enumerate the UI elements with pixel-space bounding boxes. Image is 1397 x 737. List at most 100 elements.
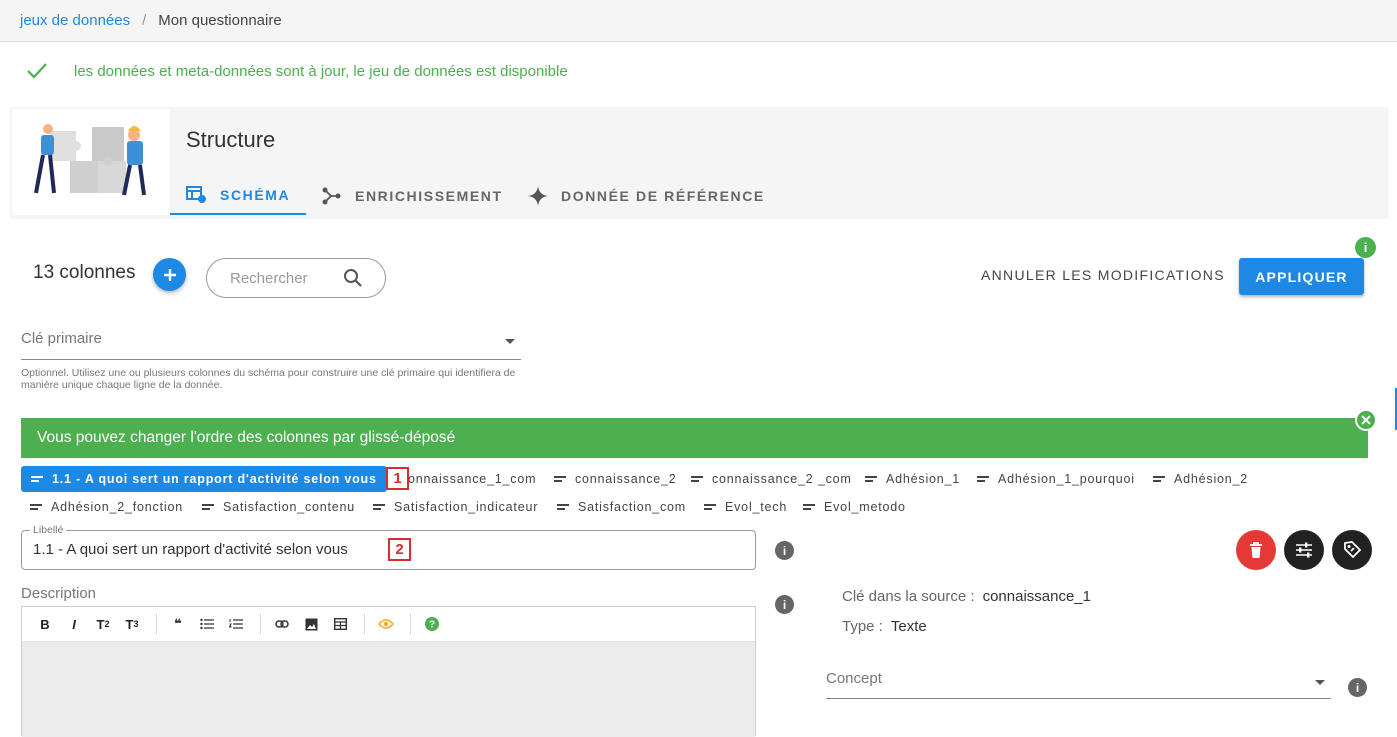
reorder-banner-text: Vous pouvez changer l'ordre des colonnes… xyxy=(37,429,456,446)
table-icon[interactable] xyxy=(327,612,353,636)
column-chip-label: connaissance_2 _com xyxy=(712,472,852,486)
column-chip-label: Evol_tech xyxy=(725,500,788,514)
trash-icon xyxy=(1250,541,1262,558)
structure-title: Structure xyxy=(186,127,276,152)
column-chip[interactable]: connaissance_2 _com xyxy=(691,466,852,492)
info-icon[interactable]: i xyxy=(1355,237,1376,258)
close-banner-button[interactable] xyxy=(1355,409,1377,431)
concept-label: Concept xyxy=(826,670,882,687)
breadcrumb-link-datasets[interactable]: jeux de données xyxy=(20,12,130,29)
structure-card: Structure SCHÉMA ENRICHISSEMENT DONNÉE D… xyxy=(10,107,1388,217)
description-editor-body[interactable] xyxy=(22,642,755,737)
column-chip[interactable]: Satisfaction_com xyxy=(557,494,686,520)
toolbar-divider xyxy=(364,613,365,635)
status-text: les données et meta-données sont à jour,… xyxy=(74,62,568,80)
column-chip[interactable]: Adhésion_1 xyxy=(865,466,960,492)
column-chip-label: Adhésion_2_fonction xyxy=(51,500,183,514)
sparkle-icon xyxy=(528,186,548,206)
breadcrumb-current: Mon questionnaire xyxy=(158,12,282,29)
primary-key-hint: Optionnel. Utilisez une ou plusieurs col… xyxy=(21,367,516,391)
heading-2-icon[interactable]: T2 xyxy=(90,612,116,636)
link-icon[interactable] xyxy=(269,612,295,636)
tab-schema[interactable]: SCHÉMA xyxy=(170,177,307,215)
status-message: les données et meta-données sont à jour,… xyxy=(26,62,568,80)
preview-eye-icon[interactable] xyxy=(373,612,399,636)
reorder-banner: Vous pouvez changer l'ordre des colonnes… xyxy=(21,418,1368,458)
check-icon xyxy=(27,63,47,79)
column-chip-label: connaissance_1_com xyxy=(401,472,537,486)
breadcrumb-separator: / xyxy=(142,12,147,29)
column-chip[interactable]: connaissance_1_com xyxy=(401,466,536,492)
type-label: Type : xyxy=(842,618,883,635)
column-chip[interactable]: Adhésion_2_fonction xyxy=(30,494,183,520)
apply-button[interactable]: APPLIQUER xyxy=(1239,258,1364,295)
libelle-label: Libellé xyxy=(30,524,67,536)
column-settings-button[interactable] xyxy=(1284,530,1324,570)
column-chip[interactable]: Evol_metodo xyxy=(803,494,906,520)
column-tags-button[interactable] xyxy=(1332,530,1372,570)
editor-toolbar: B I T2 T3 ❝ ? xyxy=(22,607,755,642)
dropdown-arrow-icon xyxy=(505,339,515,344)
column-chip-label: Satisfaction_indicateur xyxy=(394,500,539,514)
column-chip-label: Evol_metodo xyxy=(824,500,906,514)
type-row: Type : Texte xyxy=(842,618,927,635)
tab-schema-label: SCHÉMA xyxy=(220,187,291,203)
column-chip[interactable]: Adhésion_1_pourquoi xyxy=(977,466,1135,492)
annotation-badge: 2 xyxy=(388,538,411,561)
delete-column-button[interactable] xyxy=(1236,530,1276,570)
plus-icon xyxy=(163,268,176,281)
bold-icon[interactable]: B xyxy=(32,612,58,636)
column-chip-label: 1.1 - A quoi sert un rapport d'activité … xyxy=(52,472,377,486)
column-chip[interactable]: Evol_tech xyxy=(704,494,787,520)
help-icon[interactable]: ? xyxy=(419,612,445,636)
column-chip-label: Adhésion_1 xyxy=(886,472,961,486)
tune-icon xyxy=(1296,542,1312,558)
toolbar-divider xyxy=(156,613,157,635)
column-count: 13 colonnes xyxy=(33,262,136,283)
tag-icon xyxy=(1344,541,1362,559)
search-input[interactable] xyxy=(230,269,335,287)
heading-3-icon[interactable]: T3 xyxy=(119,612,145,636)
add-column-button[interactable] xyxy=(153,258,186,291)
column-chip[interactable]: Adhésion_2 xyxy=(1153,466,1248,492)
image-icon[interactable] xyxy=(298,612,324,636)
description-editor[interactable]: B I T2 T3 ❝ ? xyxy=(21,606,756,737)
column-chip[interactable]: Satisfaction_contenu xyxy=(202,494,355,520)
source-key-row: Clé dans la source : connaissance_1 xyxy=(842,588,1091,605)
column-chip-label: connaissance_2 xyxy=(575,472,677,486)
type-value: Texte xyxy=(890,618,927,635)
italic-icon[interactable]: I xyxy=(61,612,87,636)
dropdown-arrow-icon xyxy=(1315,680,1325,685)
concept-select[interactable]: Concept xyxy=(826,670,1331,699)
bullet-list-icon[interactable] xyxy=(194,612,220,636)
annotation-badge: 1 xyxy=(386,467,409,490)
tab-enrichissement-label: ENRICHISSEMENT xyxy=(355,188,503,204)
column-chip-active[interactable]: 1.1 - A quoi sert un rapport d'activité … xyxy=(21,466,387,492)
share-icon xyxy=(322,187,341,205)
info-icon[interactable]: i xyxy=(775,595,794,614)
quote-icon[interactable]: ❝ xyxy=(165,612,191,636)
breadcrumb: jeux de données / Mon questionnaire xyxy=(0,0,1397,42)
column-chip-label: Adhésion_2 xyxy=(1174,472,1249,486)
libelle-input[interactable]: 1.1 - A quoi sert un rapport d'activité … xyxy=(33,541,348,558)
source-key-label: Clé dans la source : xyxy=(842,588,975,605)
tab-enrichissement[interactable]: ENRICHISSEMENT xyxy=(321,177,503,215)
search-field[interactable] xyxy=(206,258,386,298)
description-label: Description xyxy=(21,585,97,602)
toolbar-divider xyxy=(410,613,411,635)
info-icon[interactable]: i xyxy=(775,541,794,560)
column-chip[interactable]: Satisfaction_indicateur xyxy=(373,494,538,520)
primary-key-select[interactable]: Clé primaire xyxy=(21,330,521,360)
tab-donnee-reference[interactable]: DONNÉE DE RÉFÉRENCE xyxy=(527,177,765,215)
info-icon[interactable]: i xyxy=(1348,678,1367,697)
column-chip-label: Satisfaction_contenu xyxy=(223,500,356,514)
cancel-changes-button[interactable]: ANNULER LES MODIFICATIONS xyxy=(981,267,1225,283)
column-chip[interactable]: connaissance_2 xyxy=(554,466,677,492)
primary-key-label: Clé primaire xyxy=(21,330,102,347)
svg-text:?: ? xyxy=(429,620,435,631)
schema-icon xyxy=(186,186,206,203)
puzzle-illustration xyxy=(12,109,170,215)
toolbar-divider xyxy=(260,613,261,635)
tab-donnee-reference-label: DONNÉE DE RÉFÉRENCE xyxy=(561,188,765,204)
numbered-list-icon[interactable] xyxy=(223,612,249,636)
